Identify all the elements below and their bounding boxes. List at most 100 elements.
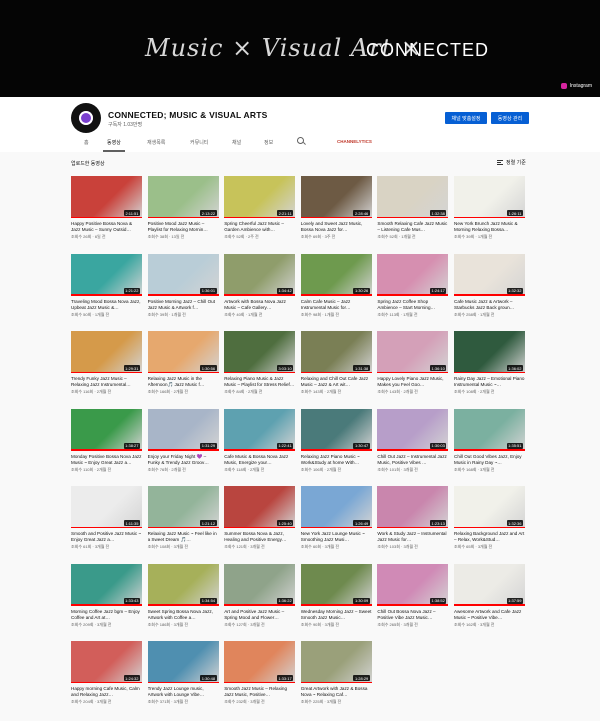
video-card[interactable]: 1:26:49 New York Jazz Lounge Music ~ Smoo…: [300, 486, 372, 552]
video-title[interactable]: Spring Cheerful Jazz Music – Garden Ambi…: [224, 221, 295, 233]
video-title[interactable]: Sweet Spring Bossa Nova Jazz, Artwork wi…: [148, 609, 219, 621]
sort-button[interactable]: 정렬 기준: [497, 159, 526, 166]
video-card[interactable]: 1:36:01 Positive Morning Jazz – Chill Out…: [147, 253, 219, 320]
video-title[interactable]: Relaxing Background Jazz and Art – Relax…: [454, 531, 525, 543]
video-thumbnail[interactable]: 1:34:54: [147, 563, 219, 606]
video-card[interactable]: 3:03:10 Relaxing Piano Music & Jazz Music…: [224, 331, 296, 397]
video-thumbnail[interactable]: 1:36:02: [454, 331, 525, 373]
video-thumbnail[interactable]: 1:38:52: [377, 563, 449, 606]
tab-channels[interactable]: 채널: [232, 139, 241, 146]
video-thumbnail[interactable]: 3:03:10: [224, 331, 296, 373]
video-card[interactable]: 1:34:54 Sweet Spring Bossa Nova Jazz, Art…: [147, 563, 219, 630]
video-thumbnail[interactable]: 1:30:26: [300, 253, 372, 296]
video-title[interactable]: Spring Jazz Coffee Shop Ambience – Start…: [377, 299, 448, 311]
video-title[interactable]: Artwork with Bossa Nova Jazz Music – Caf…: [224, 299, 295, 311]
video-thumbnail[interactable]: 1:32:36: [454, 486, 525, 528]
video-title[interactable]: Morning Coffee Jazz bgm – Enjoy Coffee a…: [71, 609, 142, 621]
tab-videos[interactable]: 동영상: [107, 139, 121, 146]
video-thumbnail[interactable]: 1:31:29: [147, 408, 219, 451]
video-card[interactable]: 1:29:31 Trendy Funky Jazz Music – Relaxin…: [71, 331, 142, 397]
video-card[interactable]: 2:13:22 Positive Mood Jazz Music – Playli…: [147, 176, 219, 242]
video-title[interactable]: Chill Out Good Vibes Jazz, Enjoy Music i…: [454, 454, 525, 466]
video-card[interactable]: 1:22:41 Cafe Music & Bossa Nova Jazz Musi…: [224, 408, 296, 475]
video-thumbnail[interactable]: 1:22:41: [224, 408, 296, 451]
video-title[interactable]: Cafe Music & Bossa Nova Jazz Music, Ener…: [224, 454, 295, 466]
video-thumbnail[interactable]: 2:21:11: [224, 176, 296, 218]
video-thumbnail[interactable]: 1:32:32: [454, 253, 525, 296]
video-title[interactable]: Relaxing and Chill Out Cafe Jazz Music –…: [301, 376, 372, 388]
video-title[interactable]: Positive Morning Jazz – Chill Out Jazz M…: [148, 299, 219, 311]
video-card[interactable]: 1:30:56 Relaxing Jazz Music in the Aftern…: [147, 331, 219, 397]
video-card[interactable]: 1:34:42 Artwork with Bossa Nova Jazz Musi…: [224, 253, 296, 320]
video-card[interactable]: 1:30:47 Relaxing Jazz Piano Music ~ Work&…: [300, 408, 372, 475]
video-title[interactable]: Chill Out Bossa Nova Jazz – Positive Vib…: [377, 609, 448, 621]
video-title[interactable]: Relaxing Jazz Piano Music ~ Work&Study a…: [301, 454, 372, 466]
video-title[interactable]: Happy Lovely Piano Jazz Music, Makes you…: [377, 376, 448, 388]
video-title[interactable]: Relaxing Jazz Music in the Afternoon🎵 Ja…: [148, 376, 219, 388]
video-thumbnail[interactable]: 1:33:17: [224, 641, 296, 683]
video-title[interactable]: Monday Positive Bossa Nova Jazz Music ~ …: [71, 454, 142, 466]
video-title[interactable]: Summer Bossa Nova & Jazz, Healing and Po…: [224, 531, 295, 543]
video-card[interactable]: 1:31:38 Relaxing and Chill Out Cafe Jazz …: [300, 331, 372, 397]
video-thumbnail[interactable]: 1:30:03: [377, 408, 449, 451]
video-thumbnail[interactable]: 1:35:51: [454, 408, 525, 451]
video-thumbnail[interactable]: 1:26:11: [454, 176, 525, 218]
tab-playlists[interactable]: 재생목록: [147, 139, 165, 146]
video-title[interactable]: Trendy Funky Jazz Music – Relaxing Jazz …: [71, 376, 142, 388]
video-title[interactable]: Trendy Jazz Lounge music, Artwork with L…: [148, 686, 219, 698]
video-thumbnail[interactable]: 1:25:40: [224, 486, 296, 528]
video-thumbnail[interactable]: 1:11:35: [71, 486, 142, 528]
video-title[interactable]: Smooth Jazz Music – Relaxing Jazz Music,…: [224, 686, 295, 698]
video-thumbnail[interactable]: 1:26:49: [300, 486, 372, 528]
video-card[interactable]: 1:38:52 Chill Out Bossa Nova Jazz – Posit…: [377, 563, 449, 630]
video-thumbnail[interactable]: 1:37:59: [454, 563, 525, 606]
video-thumbnail[interactable]: 1:32:38: [377, 176, 449, 218]
video-card[interactable]: 1:21:22 Traveling Mood Bossa Nova Jazz, U…: [71, 253, 142, 320]
video-thumbnail[interactable]: 1:33:43: [71, 563, 142, 606]
video-title[interactable]: Work & Study Jazz – Instrumental Jazz Mu…: [377, 531, 448, 543]
video-thumbnail[interactable]: 1:36:01: [147, 253, 219, 296]
video-thumbnail[interactable]: 1:24:32: [71, 641, 142, 683]
video-card[interactable]: 1:33:43 Morning Coffee Jazz bgm – Enjoy C…: [71, 563, 142, 630]
manage-videos-button[interactable]: 동영상 관리: [491, 112, 529, 124]
video-title[interactable]: Traveling Mood Bossa Nova Jazz, Upbeat J…: [71, 299, 142, 311]
tab-community[interactable]: 커뮤니티: [190, 139, 208, 146]
video-thumbnail[interactable]: 2:13:22: [147, 176, 219, 218]
channelytics-tab[interactable]: CHANNELYTICS: [337, 139, 372, 144]
customize-channel-button[interactable]: 채널 맞춤설정: [445, 112, 487, 124]
video-card[interactable]: 1:38:27 Monday Positive Bossa Nova Jazz M…: [71, 408, 142, 475]
video-card[interactable]: 1:36:10 Happy Lovely Piano Jazz Music, Ma…: [377, 331, 449, 397]
video-thumbnail[interactable]: 1:29:31: [71, 331, 142, 373]
video-card[interactable]: 1:30:03 Chill Out Jazz – Instrumental Jaz…: [377, 408, 449, 475]
video-card[interactable]: 2:21:11 Spring Cheerful Jazz Music – Gard…: [224, 176, 296, 242]
video-card[interactable]: 1:30:26 Calm Cafe Music – Jazz Instrument…: [300, 253, 372, 320]
video-title[interactable]: Enjoy your Friday Night 💜 – Funky & Tren…: [148, 454, 219, 466]
video-title[interactable]: Happy morning Cafe Music, Calm and Relax…: [71, 686, 142, 698]
video-card[interactable]: 1:26:11 New York Brunch Jazz Music & Morn…: [454, 176, 525, 242]
instagram-link[interactable]: Instagram: [560, 83, 592, 89]
video-card[interactable]: 1:28:29 Great Artwork with Jazz & Bossa N…: [300, 641, 372, 707]
video-card[interactable]: 1:31:29 Enjoy your Friday Night 💜 – Funky…: [147, 408, 219, 475]
video-title[interactable]: Lovely and Sweet Jazz Music, Bossa Nova …: [301, 221, 372, 233]
video-card[interactable]: 1:25:40 Summer Bossa Nova & Jazz, Healing…: [224, 486, 296, 552]
video-thumbnail[interactable]: 1:23:13: [377, 486, 449, 528]
video-thumbnail[interactable]: 1:38:27: [71, 408, 142, 451]
search-icon[interactable]: [297, 137, 304, 144]
video-thumbnail[interactable]: 1:31:38: [300, 331, 372, 373]
video-title[interactable]: Wednesday Morning Jazz – Sweet Smooth Ja…: [301, 609, 372, 621]
video-card[interactable]: 1:36:22 Art and Positive Jazz Music – Spr…: [224, 563, 296, 630]
video-card[interactable]: 1:32:32 Cafe Music Jazz & Artwork – Starb…: [454, 253, 525, 320]
video-card[interactable]: 1:37:59 Awesome Artwork and Cafe Jazz Mus…: [454, 563, 525, 630]
video-card[interactable]: 2:11:51 Happy Positive Bossa Nova & Jazz …: [71, 176, 142, 242]
video-thumbnail[interactable]: 1:30:56: [147, 331, 219, 373]
video-thumbnail[interactable]: 1:30:09: [300, 563, 372, 606]
video-title[interactable]: Smooth and Positive Jazz Music ~ Enjoy G…: [71, 531, 142, 543]
video-title[interactable]: New York Brunch Jazz Music & Morning Rel…: [454, 221, 525, 233]
video-thumbnail[interactable]: 1:36:22: [224, 563, 296, 606]
video-title[interactable]: Relaxing Piano Music & Jazz Music – Play…: [224, 376, 295, 388]
video-card[interactable]: 1:30:09 Wednesday Morning Jazz – Sweet Sm…: [300, 563, 372, 630]
video-title[interactable]: Calm Cafe Music – Jazz Instrumental Musi…: [301, 299, 372, 311]
video-thumbnail[interactable]: 1:30:48: [147, 641, 219, 683]
video-title[interactable]: Smooth Relaxing Cafe Jazz Music – Listen…: [377, 221, 448, 233]
video-title[interactable]: Great Artwork with Jazz & Bossa Nova ~ R…: [301, 686, 372, 698]
